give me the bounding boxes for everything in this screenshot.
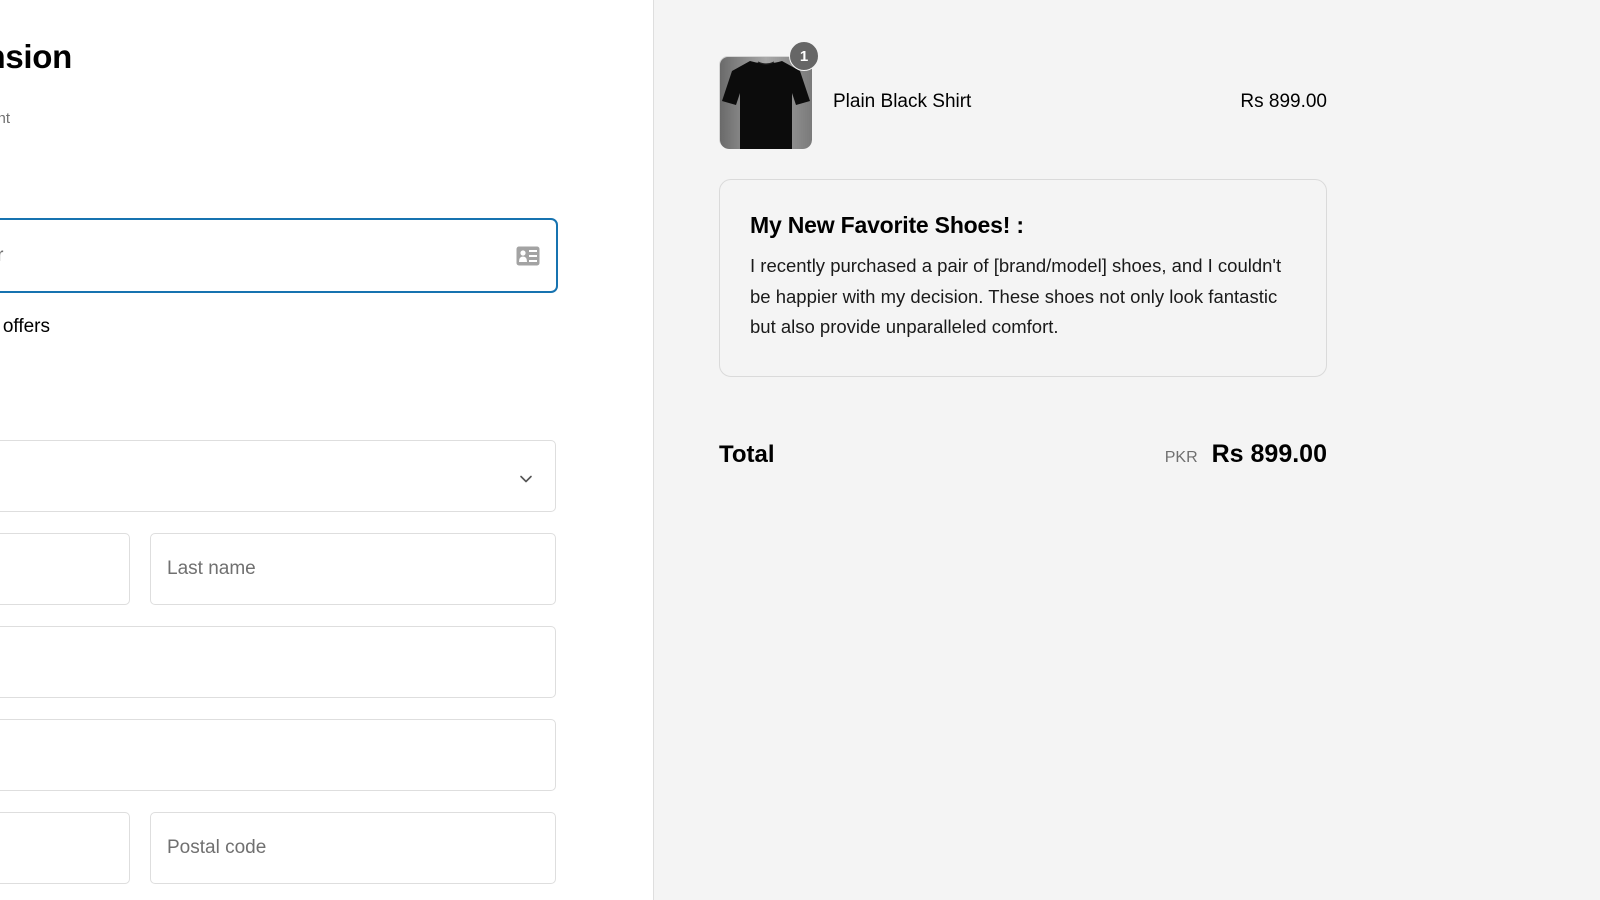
checkout-page: nsion nt offers	[0, 0, 1600, 900]
last-name-input[interactable]	[151, 534, 555, 604]
item-name: Plain Black Shirt	[833, 91, 972, 112]
apartment-input[interactable]	[0, 720, 555, 790]
quantity-badge: 1	[789, 41, 819, 71]
email-offers-label[interactable]: offers	[0, 316, 50, 338]
city-input[interactable]	[0, 813, 129, 883]
city-field[interactable]	[0, 812, 130, 884]
review-card: My New Favorite Shoes! : I recently purc…	[719, 179, 1327, 377]
contact-card-icon[interactable]	[516, 246, 540, 266]
apartment-field[interactable]	[0, 719, 556, 791]
total-label: Total	[719, 441, 775, 468]
contact-input[interactable]	[0, 220, 556, 291]
contact-field[interactable]	[0, 218, 558, 293]
item-price: Rs 899.00	[1240, 91, 1327, 112]
account-info: nt	[0, 110, 10, 127]
total-amount: Rs 899.00	[1211, 440, 1327, 468]
address-field[interactable]	[0, 626, 556, 698]
chevron-down-icon[interactable]	[519, 471, 533, 483]
address-input[interactable]	[0, 627, 555, 697]
first-name-field[interactable]	[0, 533, 130, 605]
checkout-form-pane: nsion nt offers	[0, 0, 653, 900]
total-row: Total PKR Rs 899.00	[719, 440, 1327, 469]
black-tshirt-image	[720, 57, 812, 149]
currency-code: PKR	[1164, 449, 1198, 466]
shop-title[interactable]: nsion	[0, 38, 72, 76]
review-title: My New Favorite Shoes! :	[750, 212, 1024, 238]
postal-code-input[interactable]	[151, 813, 555, 883]
review-body: I recently purchased a pair of [brand/mo…	[750, 255, 1282, 337]
product-thumbnail: 1	[719, 41, 819, 149]
country-select[interactable]	[0, 440, 556, 512]
postal-code-field[interactable]	[150, 812, 556, 884]
order-summary-pane: 1 Plain Black Shirt Rs 899.00 My New Fav…	[654, 0, 1600, 900]
last-name-field[interactable]	[150, 533, 556, 605]
line-item: 1 Plain Black Shirt Rs 899.00	[719, 41, 1327, 149]
first-name-input[interactable]	[0, 534, 129, 604]
